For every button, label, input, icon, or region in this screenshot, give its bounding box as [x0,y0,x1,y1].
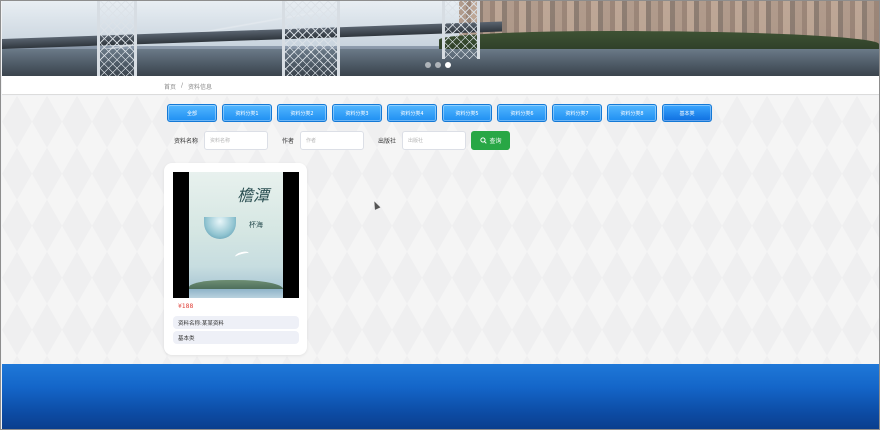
category-button[interactable]: 资料分类3 [332,104,382,122]
cover-bowl-illustration [204,217,236,239]
search-icon [479,137,487,144]
author-label: 作者 [282,138,295,145]
publisher-search-input[interactable]: 出版社 [402,131,467,150]
category-button[interactable]: 资料分类5 [442,104,492,122]
breadcrumb-separator: / [181,82,184,89]
name-search-input[interactable]: 资料名称 [204,131,269,150]
publisher-label: 出版社 [378,138,397,145]
author-search-input[interactable]: 作者 [300,131,365,150]
cover-subtitle: 杯海 [249,221,263,229]
hero-banner-carousel[interactable] [2,1,879,76]
carousel-dot[interactable] [425,62,431,68]
name-label: 资料名称 [174,138,199,145]
search-button[interactable]: 查询 [471,131,511,150]
search-button-label: 查询 [489,138,502,145]
category-button[interactable]: 基本类 [662,104,712,122]
category-button[interactable]: 资料分类7 [552,104,602,122]
banner-bridge-tower [442,1,480,59]
page-frame: 首页 / 资料信息 全部 资料分类1 资料分类2 资料分类3 资料分类4 资料分类5 资料分… [0,0,880,430]
search-form: 资料名称 资料名称 作者 作者 出版社 出版社 查询 [174,131,511,150]
cover-title: 檐潭 [236,186,269,205]
breadcrumb: 首页 / 资料信息 [164,82,212,91]
item-price: ¥188 [178,303,194,310]
category-button[interactable]: 资料分类1 [222,104,272,122]
category-button[interactable]: 资料分类4 [387,104,437,122]
carousel-dot[interactable] [435,62,441,68]
book-cover-image[interactable]: 檐潭 杯海 [173,172,299,298]
breadcrumb-current: 资料信息 [188,84,213,91]
banner-bridge-tower [282,1,340,76]
cover-island-illustration [189,280,283,298]
cover-bird-illustration [234,250,250,260]
mouse-cursor [371,200,381,210]
page-footer [2,364,879,429]
carousel-dot-active[interactable] [445,62,451,68]
breadcrumb-home-link[interactable]: 首页 [164,82,176,91]
item-name: 资料名称:某某资料 [173,316,299,329]
category-button[interactable]: 资料分类2 [277,104,327,122]
banner-bridge-tower [97,1,137,76]
material-card[interactable]: 檐潭 杯海 ¥188 资料名称:某某资料 基本类 [164,163,307,355]
book-cover-art: 檐潭 杯海 [189,172,283,298]
category-filter-bar: 全部 资料分类1 资料分类2 资料分类3 资料分类4 资料分类5 资料分类6 资料分类7 资料分… [167,104,712,122]
carousel-indicators [425,62,451,68]
category-button[interactable]: 全部 [167,104,217,122]
item-category: 基本类 [173,331,299,344]
category-button[interactable]: 资料分类6 [497,104,547,122]
breadcrumb-bar: 首页 / 资料信息 [2,76,879,95]
main-content: 全部 资料分类1 资料分类2 资料分类3 资料分类4 资料分类5 资料分类6 资料分类7 资料分… [2,96,879,364]
category-button[interactable]: 资料分类8 [607,104,657,122]
